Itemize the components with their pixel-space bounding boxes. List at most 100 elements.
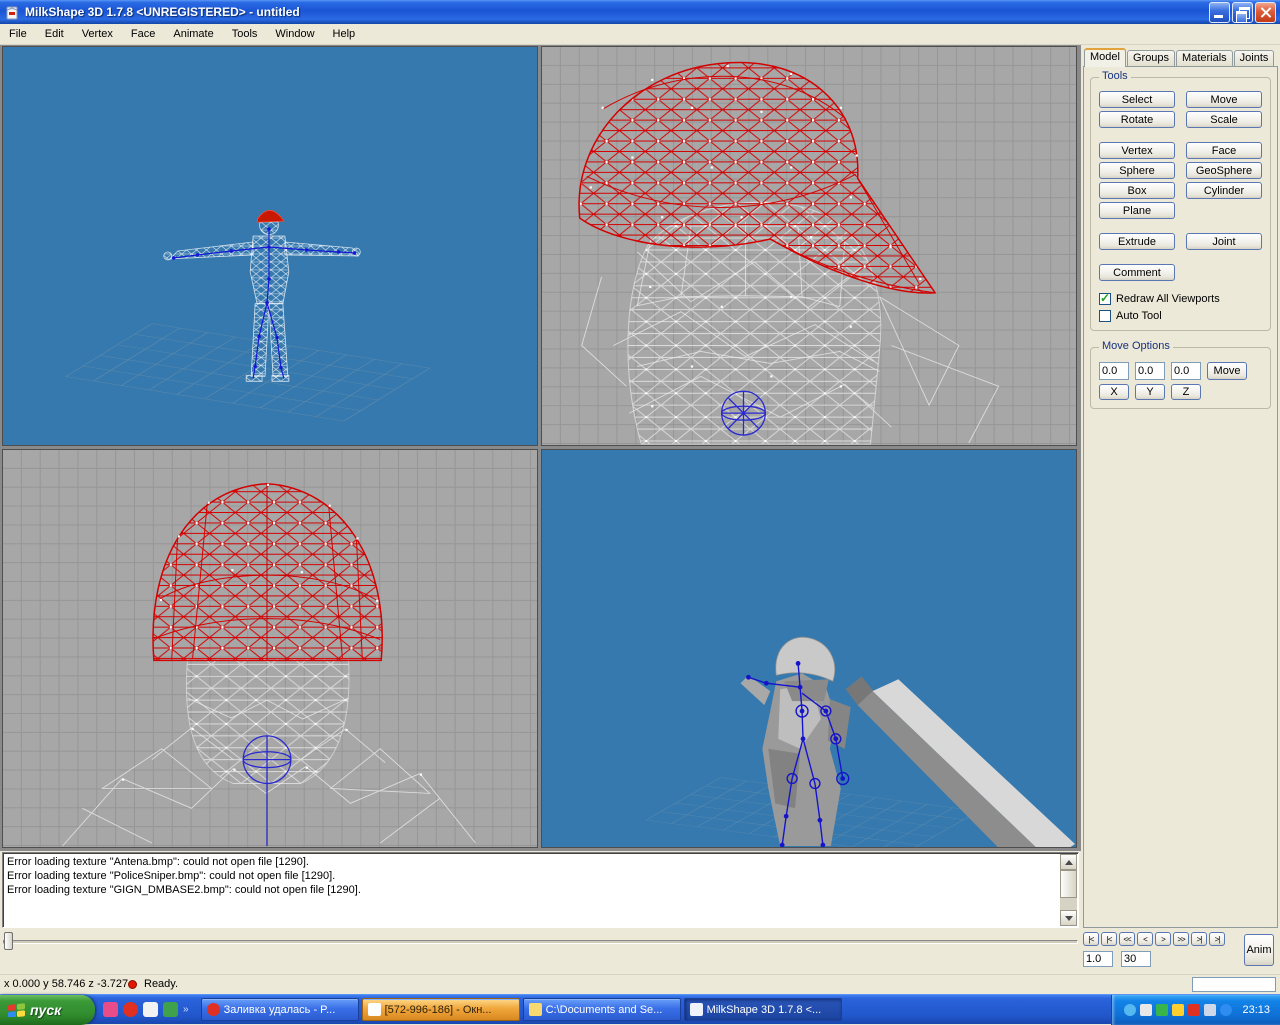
cylinder-button[interactable]: Cylinder <box>1186 182 1262 199</box>
minimize-button-icon[interactable] <box>1209 2 1230 23</box>
step-back-button[interactable]: < <box>1137 932 1153 946</box>
move-tool-button[interactable]: Move <box>1186 91 1262 108</box>
scroll-up-icon[interactable] <box>1060 854 1077 870</box>
tray-icon-3[interactable] <box>1156 1004 1168 1016</box>
tray-icon-1[interactable] <box>1124 1004 1136 1016</box>
titlebar: MilkShape 3D 1.7.8 <UNREGISTERED> - unti… <box>0 0 1280 24</box>
scroll-down-icon[interactable] <box>1060 910 1077 926</box>
restore-button-icon[interactable] <box>1232 2 1253 23</box>
move-y-input[interactable] <box>1135 362 1165 380</box>
rotate-button[interactable]: Rotate <box>1099 111 1175 128</box>
menu-window[interactable]: Window <box>266 24 323 44</box>
task-button-1[interactable]: Заливка удалась - P... <box>201 998 359 1021</box>
start-label: пуск <box>30 1002 61 1018</box>
menu-face[interactable]: Face <box>122 24 164 44</box>
checkbox-checked-icon[interactable] <box>1099 293 1111 305</box>
go-last-button[interactable]: >| <box>1209 932 1225 946</box>
quick-launch: » <box>95 1002 197 1017</box>
menu-tools[interactable]: Tools <box>223 24 267 44</box>
axis-x-button[interactable]: X <box>1099 384 1129 400</box>
volume-icon[interactable] <box>1204 1004 1216 1016</box>
face-button[interactable]: Face <box>1186 142 1262 159</box>
anim-controls: |< |< << < > >> >| >| Anim <box>1083 932 1280 974</box>
sphere-button[interactable]: Sphere <box>1099 162 1175 179</box>
scale-button[interactable]: Scale <box>1186 111 1262 128</box>
quick-launch-icon-1[interactable] <box>103 1002 118 1017</box>
quick-launch-icon-2[interactable] <box>123 1002 138 1017</box>
plane-button[interactable]: Plane <box>1099 202 1175 219</box>
tray-icon-4[interactable] <box>1172 1004 1184 1016</box>
task-button-4[interactable]: MilkShape 3D 1.7.8 <... <box>684 998 842 1021</box>
quick-launch-icon-4[interactable] <box>163 1002 178 1017</box>
message-log: Error loading texture "Antena.bmp": coul… <box>2 852 1079 928</box>
total-frames-input[interactable] <box>1121 951 1151 967</box>
log-scrollbar[interactable] <box>1060 854 1077 926</box>
timeline-track[interactable] <box>3 940 1078 944</box>
status-message: Ready. <box>144 978 178 990</box>
log-line: Error loading texture "GIGN_DMBASE2.bmp"… <box>7 883 1058 897</box>
app-icon <box>4 4 20 20</box>
record-indicator-icon <box>128 980 137 989</box>
close-button-icon[interactable] <box>1255 2 1276 23</box>
anim-toggle-button[interactable]: Anim <box>1244 934 1274 966</box>
auto-tool-checkbox[interactable]: Auto Tool <box>1099 310 1262 322</box>
animation-timeline[interactable] <box>0 928 1081 954</box>
quick-launch-chevron-icon[interactable]: » <box>183 1004 189 1015</box>
window-title: MilkShape 3D 1.7.8 <UNREGISTERED> - unti… <box>25 5 1207 19</box>
move-x-input[interactable] <box>1099 362 1129 380</box>
rewind-button[interactable]: << <box>1119 932 1135 946</box>
prev-keyframe-button[interactable]: |< <box>1101 932 1117 946</box>
tray-icon-2[interactable] <box>1140 1004 1152 1016</box>
next-keyframe-button[interactable]: >| <box>1191 932 1207 946</box>
menu-vertex[interactable]: Vertex <box>73 24 122 44</box>
menu-help[interactable]: Help <box>324 24 365 44</box>
axis-z-button[interactable]: Z <box>1171 384 1201 400</box>
viewport-perspective[interactable] <box>2 46 538 446</box>
viewport-3d[interactable] <box>541 449 1077 848</box>
checkbox-unchecked-icon[interactable] <box>1099 310 1111 322</box>
status-bar: x 0.000 y 58.746 z -3.727 Ready. <box>0 974 1280 993</box>
timeline-thumb[interactable] <box>4 932 13 950</box>
tab-materials[interactable]: Materials <box>1176 50 1233 67</box>
tray-icon-7[interactable] <box>1220 1004 1232 1016</box>
select-button[interactable]: Select <box>1099 91 1175 108</box>
tray-icon-5[interactable] <box>1188 1004 1200 1016</box>
viewport-front[interactable] <box>2 449 538 848</box>
redraw-all-viewports-checkbox[interactable]: Redraw All Viewports <box>1099 293 1262 305</box>
play-button[interactable]: > <box>1155 932 1171 946</box>
quick-launch-icon-3[interactable] <box>143 1002 158 1017</box>
box-button[interactable]: Box <box>1099 182 1175 199</box>
task-label: Заливка удалась - P... <box>224 1004 336 1016</box>
task-button-2[interactable]: [572-996-186] - Окн... <box>362 998 520 1021</box>
scrollbar-thumb[interactable] <box>1060 870 1077 898</box>
tab-model[interactable]: Model <box>1084 48 1126 67</box>
joint-sphere[interactable] <box>722 391 766 435</box>
tab-joints[interactable]: Joints <box>1234 50 1275 67</box>
taskbar: пуск » Заливка удалась - P... [572-996-1… <box>0 994 1280 1024</box>
tab-groups[interactable]: Groups <box>1127 50 1175 67</box>
folder-icon <box>529 1003 542 1016</box>
menu-edit[interactable]: Edit <box>36 24 73 44</box>
viewport-side[interactable] <box>541 46 1077 446</box>
menu-file[interactable]: File <box>0 24 36 44</box>
extrude-button[interactable]: Extrude <box>1099 233 1175 250</box>
joint-button[interactable]: Joint <box>1186 233 1262 250</box>
axis-y-button[interactable]: Y <box>1135 384 1165 400</box>
comment-button[interactable]: Comment <box>1099 264 1175 281</box>
task-icon <box>368 1003 381 1016</box>
start-button[interactable]: пуск <box>0 995 95 1025</box>
geosphere-button[interactable]: GeoSphere <box>1186 162 1262 179</box>
move-button[interactable]: Move <box>1207 362 1247 380</box>
fast-forward-button[interactable]: >> <box>1173 932 1189 946</box>
checkbox-label: Auto Tool <box>1116 310 1162 322</box>
go-first-button[interactable]: |< <box>1083 932 1099 946</box>
move-z-input[interactable] <box>1171 362 1201 380</box>
move-options-group: Move Options Move X Y Z <box>1090 347 1271 409</box>
side-panel: Model Groups Materials Joints Tools Sele… <box>1081 45 1280 930</box>
task-icon <box>207 1003 220 1016</box>
task-button-3[interactable]: C:\Documents and Se... <box>523 998 681 1021</box>
current-frame-input[interactable] <box>1083 951 1113 967</box>
vertex-button[interactable]: Vertex <box>1099 142 1175 159</box>
shaded-canvas <box>542 450 1076 847</box>
menu-animate[interactable]: Animate <box>164 24 222 44</box>
